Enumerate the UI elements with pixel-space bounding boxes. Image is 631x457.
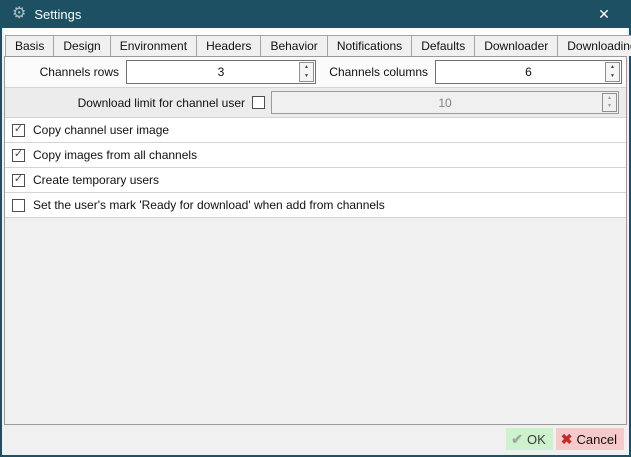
tab-downloader[interactable]: Downloader xyxy=(474,35,558,56)
download-limit-checkbox[interactable] xyxy=(252,96,265,109)
spin-up-icon: ▲ xyxy=(603,94,616,103)
option-checkbox[interactable]: ✓ xyxy=(12,174,25,187)
ok-button-label: OK xyxy=(527,432,546,447)
settings-panel: Channels rows ▲ ▼ Channels columns ▲ ▼ D… xyxy=(4,56,627,425)
tab-notifications[interactable]: Notifications xyxy=(327,35,412,56)
title-bar: ⚙ Settings ✕ xyxy=(2,0,629,28)
spin-down-icon: ▼ xyxy=(603,103,616,112)
option-row: ✓ Copy channel user image xyxy=(5,118,626,143)
channels-columns-stepper[interactable]: ▲ ▼ xyxy=(435,60,622,84)
download-limit-label: Download limit for channel user xyxy=(5,96,252,110)
channels-columns-input[interactable] xyxy=(436,61,621,83)
option-label: Copy channel user image xyxy=(33,123,169,137)
settings-window: ⚙ Settings ✕ BasisDesignEnvironmentHeade… xyxy=(0,0,631,457)
checkmark-icon: ✓ xyxy=(14,124,23,135)
spin-buttons[interactable]: ▲ ▼ xyxy=(299,62,314,82)
spin-down-icon[interactable]: ▼ xyxy=(606,72,619,81)
download-limit-stepper: ▲ ▼ xyxy=(271,91,619,114)
option-row: ✓ Create temporary users xyxy=(5,168,626,193)
spin-up-icon[interactable]: ▲ xyxy=(300,63,313,72)
ok-button[interactable]: ✔ OK xyxy=(506,428,553,450)
gear-icon: ⚙ xyxy=(12,6,26,22)
channels-rows-stepper[interactable]: ▲ ▼ xyxy=(126,60,316,84)
tab-basis[interactable]: Basis xyxy=(5,35,54,56)
channels-grid-row: Channels rows ▲ ▼ Channels columns ▲ ▼ xyxy=(5,57,626,88)
channels-rows-input[interactable] xyxy=(127,61,315,83)
button-bar: ✔ OK ✖ Cancel xyxy=(4,425,627,453)
checkbox-list: ✓ Copy channel user image ✓ Copy images fro… xyxy=(5,118,626,218)
option-label: Copy images from all channels xyxy=(33,148,197,162)
spin-buttons[interactable]: ▲ ▼ xyxy=(605,62,620,82)
tab-headers[interactable]: Headers xyxy=(196,35,261,56)
channels-columns-label: Channels columns xyxy=(316,65,435,79)
tab-bar: BasisDesignEnvironmentHeadersBehaviorNot… xyxy=(4,28,627,56)
tab-design[interactable]: Design xyxy=(53,35,110,56)
tab-behavior[interactable]: Behavior xyxy=(260,35,327,56)
tab-environment[interactable]: Environment xyxy=(110,35,197,56)
option-checkbox[interactable] xyxy=(12,199,25,212)
window-title: Settings xyxy=(34,7,81,22)
download-limit-input xyxy=(272,92,618,113)
option-checkbox[interactable]: ✓ xyxy=(12,124,25,137)
option-checkbox[interactable]: ✓ xyxy=(12,149,25,162)
cancel-button-label: Cancel xyxy=(577,432,617,447)
checkmark-icon: ✓ xyxy=(14,149,23,160)
option-label: Set the user's mark 'Ready for download'… xyxy=(33,198,385,212)
close-icon[interactable]: ✕ xyxy=(589,6,619,23)
tab-downloading[interactable]: Downloading xyxy=(557,35,631,56)
x-icon: ✖ xyxy=(561,432,573,446)
download-limit-row: Download limit for channel user ▲ ▼ xyxy=(5,88,626,118)
cancel-button[interactable]: ✖ Cancel xyxy=(556,428,624,450)
spin-up-icon[interactable]: ▲ xyxy=(606,63,619,72)
channels-rows-label: Channels rows xyxy=(9,65,126,79)
tab-defaults[interactable]: Defaults xyxy=(411,35,475,56)
check-icon: ✔ xyxy=(511,432,523,446)
option-label: Create temporary users xyxy=(33,173,159,187)
checkmark-icon: ✓ xyxy=(14,174,23,185)
option-row: Set the user's mark 'Ready for download'… xyxy=(5,193,626,218)
spin-buttons: ▲ ▼ xyxy=(602,93,617,112)
spin-down-icon[interactable]: ▼ xyxy=(300,72,313,81)
option-row: ✓ Copy images from all channels xyxy=(5,143,626,168)
